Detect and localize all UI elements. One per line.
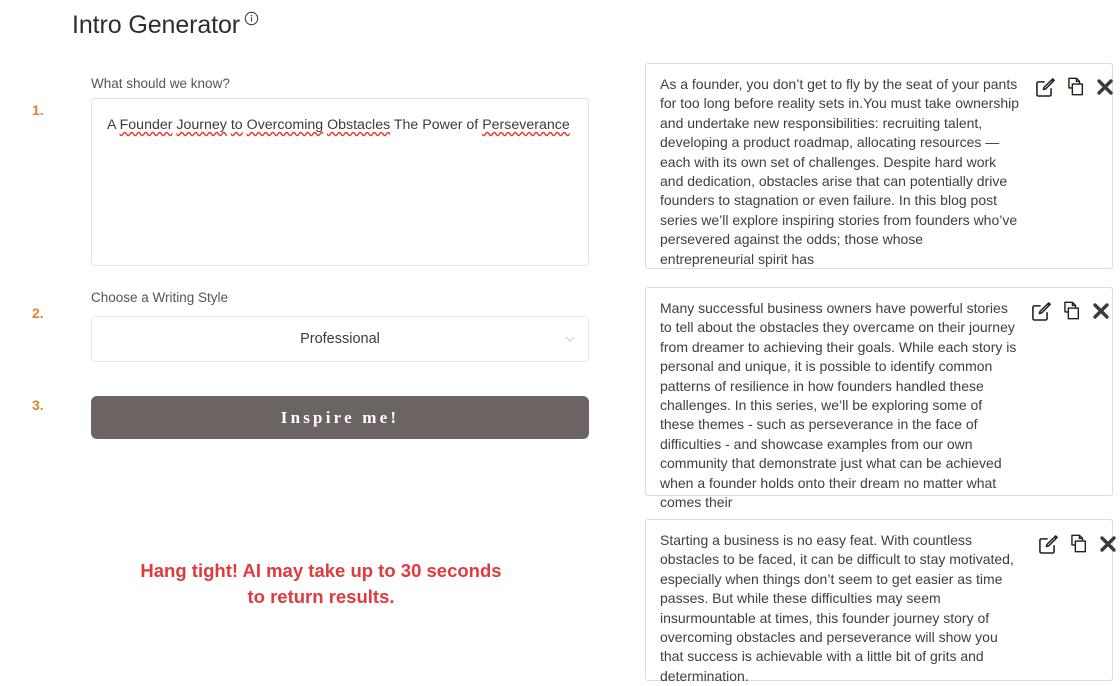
step-number-2: 2. [32,305,44,321]
result-card-actions [1034,76,1115,98]
spellcheck-word-perseverance: Perseverance [482,117,570,133]
close-icon[interactable] [1091,301,1111,321]
edit-icon[interactable] [1034,76,1056,98]
copy-icon[interactable] [1065,76,1086,97]
result-card: As a founder, you don’t get to fly by th… [645,63,1113,269]
inspire-me-button[interactable]: Inspire me! [91,396,589,439]
prompt-input[interactable]: A Founder Journey to Overcoming Obstacle… [91,98,589,266]
copy-icon[interactable] [1061,300,1082,321]
edit-icon[interactable] [1030,300,1052,322]
results-list: As a founder, you don’t get to fly by th… [645,0,1120,684]
prompt-input-value: A Founder Journey to Overcoming Obstacle… [107,115,573,136]
step-number-3: 3. [32,397,44,413]
close-icon[interactable] [1098,534,1118,554]
prompt-text-f: The Power of [390,117,483,133]
step-number-1: 1. [32,102,44,118]
result-text: Starting a business is no easy feat. Wit… [660,532,1014,684]
result-text: Many successful business owners have pow… [660,300,1017,511]
spellcheck-word-overcoming: Overcoming [246,117,324,133]
chevron-down-icon [564,333,576,345]
generator-form: 1. 2. 3. What should we know? A Founder … [0,0,620,684]
spellcheck-word-obstacles: Obstacles [327,117,391,133]
close-icon[interactable] [1095,77,1115,97]
spellcheck-word-journey: Journey [176,117,227,133]
loading-notice: Hang tight! AI may take up to 30 seconds… [91,558,551,610]
writing-style-select[interactable]: Professional [91,316,589,362]
result-card-actions [1037,533,1118,555]
result-card: Starting a business is no easy feat. Wit… [645,519,1116,684]
spellcheck-word-founder: Founder [119,117,173,133]
prompt-label: What should we know? [91,76,230,91]
edit-icon[interactable] [1037,533,1059,555]
loading-notice-line-1: Hang tight! AI may take up to 30 seconds [140,560,502,581]
result-card-actions [1030,300,1111,322]
style-label: Choose a Writing Style [91,290,229,305]
prompt-text-a: A [107,117,120,133]
writing-style-value: Professional [300,331,380,347]
spellcheck-word-to: to [230,117,243,133]
loading-notice-line-2: to return results. [247,586,395,607]
result-card: Many successful business owners have pow… [645,287,1113,510]
result-text: As a founder, you don’t get to fly by th… [660,76,1020,267]
copy-icon[interactable] [1068,533,1089,554]
